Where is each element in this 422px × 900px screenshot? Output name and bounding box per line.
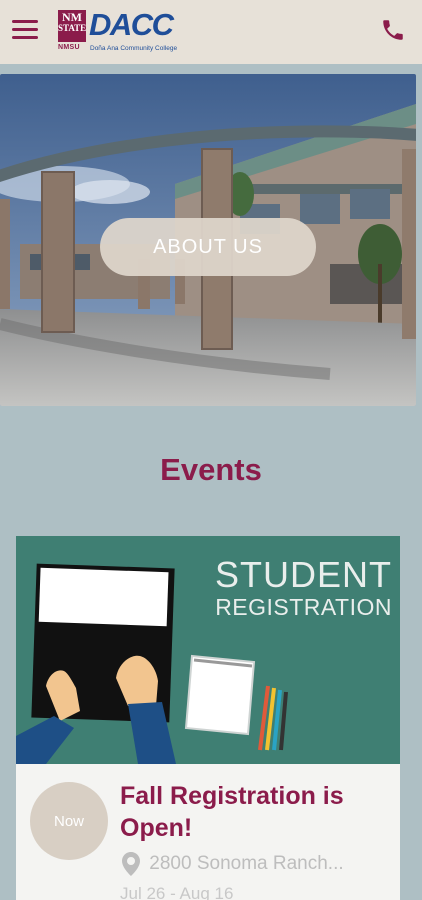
phone-icon[interactable] bbox=[380, 16, 406, 44]
nm-state-seal: NM STATE bbox=[58, 10, 86, 42]
hero-banner[interactable]: ABOUT US bbox=[0, 74, 416, 406]
events-section-title: Events bbox=[160, 452, 262, 487]
hamburger-menu-icon[interactable] bbox=[12, 18, 38, 42]
status-badge: Now bbox=[30, 782, 108, 860]
location-pin-icon bbox=[122, 852, 140, 876]
event-details: Now Fall Registration is Open! 2800 Sono… bbox=[16, 764, 400, 900]
image-caption: STUDENT REGISTRATION bbox=[215, 554, 392, 621]
event-location-text: 2800 Sonoma Ranch... bbox=[149, 853, 344, 874]
event-image: STUDENT REGISTRATION bbox=[16, 536, 400, 764]
dacc-logo[interactable]: NM STATE NMSU DACC Doña Ana Community Co… bbox=[58, 7, 198, 56]
event-title[interactable]: Fall Registration is Open! bbox=[120, 780, 390, 844]
about-us-button[interactable]: ABOUT US bbox=[100, 218, 316, 276]
logo-wordmark: DACC bbox=[89, 7, 174, 42]
logo-nmsu-text: NMSU bbox=[58, 44, 80, 51]
logo-subtitle: Doña Ana Community College bbox=[90, 45, 178, 52]
event-card[interactable]: STUDENT REGISTRATION Now Fall Registrati… bbox=[16, 536, 400, 900]
app-header: NM STATE NMSU DACC Doña Ana Community Co… bbox=[0, 0, 422, 64]
event-dates: Jul 26 - Aug 16 bbox=[120, 884, 234, 900]
event-location: 2800 Sonoma Ranch... bbox=[122, 852, 398, 878]
